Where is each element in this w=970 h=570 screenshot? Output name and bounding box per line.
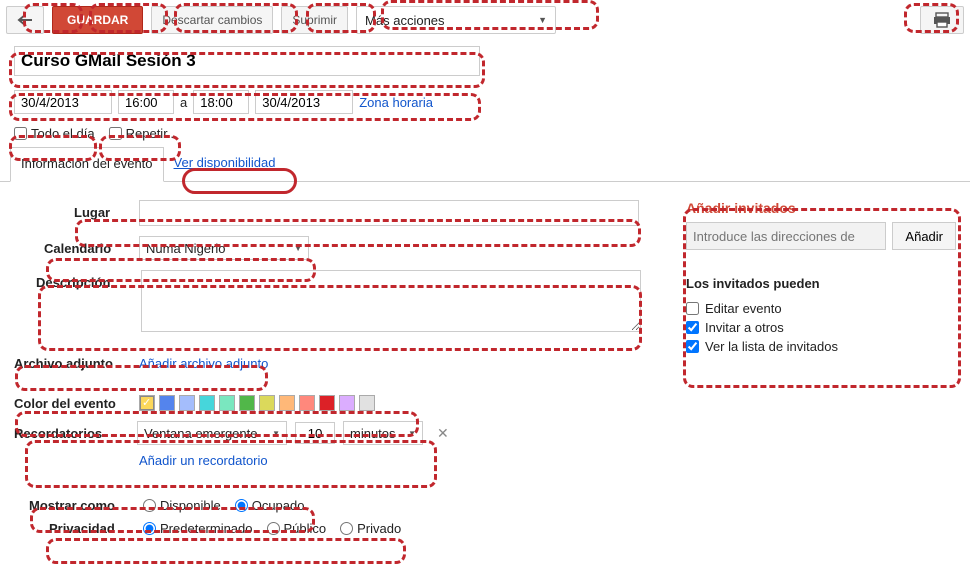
show-as-busy-radio[interactable] [235,499,248,512]
privacy-public-radio[interactable] [267,522,280,535]
all-day-checkbox[interactable] [14,127,27,140]
guest-permissions-title: Los invitados pueden [686,276,956,291]
location-label: Lugar [74,200,129,220]
more-actions-label: Más acciones [365,13,444,28]
time-separator: a [180,95,187,110]
privacy-private-option[interactable]: Privado [340,521,401,536]
add-reminder-link[interactable]: Añadir un recordatorio [139,453,268,468]
all-day-option[interactable]: Todo el día [14,126,95,141]
color-swatch[interactable] [159,395,175,411]
repeat-option[interactable]: Repetir... [109,126,178,141]
date-to-input[interactable] [255,90,353,114]
color-swatch[interactable] [239,395,255,411]
show-as-label: Mostrar como [29,498,129,513]
show-as-busy-text: Ocupado [252,498,305,513]
privacy-default-text: Predeterminado [160,521,253,536]
perm-invite-row[interactable]: Invitar a otros [686,318,956,337]
back-arrow-icon [17,14,33,26]
color-swatch[interactable] [359,395,375,411]
calendar-label: Calendario [44,236,129,256]
discard-button[interactable]: Descartar cambios [151,6,273,34]
perm-invite-label: Invitar a otros [705,320,784,335]
privacy-public-option[interactable]: Público [267,521,327,536]
timezone-link[interactable]: Zona horaria [359,95,433,110]
description-textarea[interactable] [141,270,641,332]
add-guest-button[interactable]: Añadir [892,222,956,250]
reminder-unit-value: minutos [350,426,396,441]
color-swatch[interactable] [339,395,355,411]
privacy-private-text: Privado [357,521,401,536]
perm-seelist-label: Ver la lista de invitados [705,339,838,354]
show-as-busy-option[interactable]: Ocupado [235,498,305,513]
reminder-unit-select[interactable]: minutos [343,421,423,445]
reminders-label: Recordatorios [14,426,129,441]
event-title-input[interactable] [14,46,480,76]
privacy-public-text: Público [284,521,327,536]
guest-email-input[interactable] [686,222,886,250]
printer-icon [933,12,951,28]
privacy-private-radio[interactable] [340,522,353,535]
color-label: Color del evento [14,396,129,411]
color-swatch[interactable] [279,395,295,411]
color-swatch[interactable] [259,395,275,411]
reminder-number-input[interactable] [295,422,335,444]
color-swatch[interactable] [299,395,315,411]
reminder-type-value: Ventana emergente [144,426,257,441]
date-from-input[interactable] [14,90,112,114]
privacy-label: Privacidad [49,521,129,536]
more-actions-select[interactable]: Más acciones [356,6,556,34]
time-to-input[interactable] [193,90,249,114]
color-picker [139,395,375,411]
perm-invite-checkbox[interactable] [686,321,699,334]
print-button[interactable] [920,6,964,34]
color-swatch[interactable] [179,395,195,411]
show-as-available-text: Disponible [160,498,221,513]
calendar-value: Numa Nigerio [146,241,225,256]
calendar-select[interactable]: Numa Nigerio [139,236,309,260]
location-input[interactable] [139,200,639,226]
attachment-label: Archivo adjunto [14,356,129,371]
guests-title: Añadir invitados [686,200,956,216]
reminder-type-select[interactable]: Ventana emergente [137,421,287,445]
time-from-input[interactable] [118,90,174,114]
privacy-default-option[interactable]: Predeterminado [143,521,253,536]
perm-edit-label: Editar evento [705,301,782,316]
remove-reminder-button[interactable]: ✕ [431,425,455,442]
color-swatch[interactable] [199,395,215,411]
back-button[interactable] [6,6,44,34]
color-swatch[interactable] [319,395,335,411]
repeat-label: Repetir... [126,126,178,141]
repeat-checkbox[interactable] [109,127,122,140]
color-swatch[interactable] [139,395,155,411]
color-swatch[interactable] [219,395,235,411]
perm-seelist-checkbox[interactable] [686,340,699,353]
delete-button[interactable]: Suprimir [281,6,348,34]
perm-edit-row[interactable]: Editar evento [686,299,956,318]
tab-availability[interactable]: Ver disponibilidad [164,147,286,181]
tab-event-info[interactable]: Información del evento [10,147,164,182]
show-as-available-option[interactable]: Disponible [143,498,221,513]
perm-edit-checkbox[interactable] [686,302,699,315]
add-attachment-link[interactable]: Añadir archivo adjunto [139,356,268,371]
show-as-available-radio[interactable] [143,499,156,512]
save-button[interactable]: GUARDAR [52,6,143,34]
privacy-default-radio[interactable] [143,522,156,535]
perm-seelist-row[interactable]: Ver la lista de invitados [686,337,956,356]
description-label: Descripción [36,270,131,290]
all-day-label: Todo el día [31,126,95,141]
